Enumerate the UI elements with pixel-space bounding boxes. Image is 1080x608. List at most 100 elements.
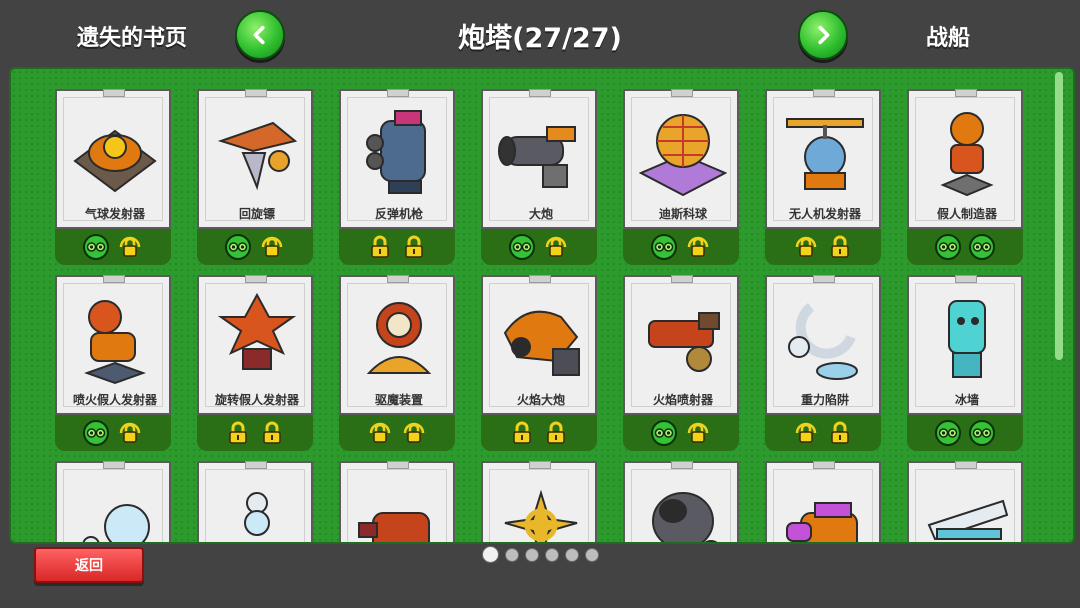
- unlocked-eyes-icon: [83, 234, 109, 260]
- laser-icon: [923, 473, 1011, 542]
- card-face: [55, 461, 171, 542]
- tower-card[interactable]: [55, 461, 171, 542]
- disco-ball-icon: [638, 101, 728, 201]
- card-face: 冰墙: [907, 275, 1023, 415]
- lock-icon: [401, 234, 427, 260]
- page-dot[interactable]: [504, 548, 519, 562]
- scrollbar[interactable]: [1055, 72, 1063, 360]
- tower-name: 气球发射器: [84, 207, 145, 221]
- tower-card[interactable]: 火焰大炮: [481, 275, 597, 451]
- tower-card[interactable]: [765, 461, 881, 542]
- lock-progress-icon: [117, 234, 143, 260]
- unlock-status-bar: [623, 229, 739, 265]
- lock-progress-icon: [401, 420, 427, 446]
- page-dot[interactable]: [481, 546, 499, 563]
- card-face: 火焰大炮: [481, 275, 597, 415]
- lock-icon: [259, 420, 285, 446]
- exorcist-icon: [355, 287, 443, 387]
- tower-card[interactable]: 喷火假人发射器: [55, 275, 171, 451]
- page-dot[interactable]: [564, 548, 579, 562]
- tower-grid-panel[interactable]: 气球发射器 回旋镖 反弹机枪 大炮 迪斯科球 无人机发射器 假人制造器喷火假人发射器 旋转假人…: [9, 67, 1075, 544]
- tower-card[interactable]: 旋转假人发射器: [197, 275, 313, 451]
- lock-progress-icon: [259, 234, 285, 260]
- lock-icon: [367, 234, 393, 260]
- unlock-status-bar: [481, 229, 597, 265]
- purple-turret-icon: [781, 473, 869, 542]
- flame-dummy-icon: [71, 287, 159, 387]
- ice-wall-icon: [923, 287, 1011, 387]
- unlock-status-bar: [907, 415, 1023, 451]
- card-face: 迪斯科球: [623, 89, 739, 229]
- unlock-status-bar: [765, 229, 881, 265]
- tower-card[interactable]: 回旋镖: [197, 89, 313, 265]
- card-face: [907, 461, 1023, 542]
- tower-card[interactable]: 火焰喷射器: [623, 275, 739, 451]
- cannon-icon: [497, 101, 585, 201]
- tower-card[interactable]: 反弹机枪: [339, 89, 455, 265]
- drone-launcher-icon: [781, 101, 869, 201]
- card-face: [765, 461, 881, 542]
- tower-card[interactable]: 驱魔装置: [339, 275, 455, 451]
- mortar-icon: [639, 473, 727, 542]
- next-category-label[interactable]: 战船: [926, 20, 970, 52]
- unlock-status-bar: [197, 415, 313, 451]
- page-dot[interactable]: [524, 548, 539, 562]
- lock-progress-icon: [367, 420, 393, 446]
- card-face: 回旋镖: [197, 89, 313, 229]
- tower-name: 喷火假人发射器: [72, 393, 157, 407]
- tower-name: 大炮: [528, 207, 553, 221]
- dummy-maker-icon: [923, 101, 1011, 201]
- lock-progress-icon: [543, 234, 569, 260]
- back-button[interactable]: 返回: [34, 547, 144, 583]
- tower-name: 反弹机枪: [374, 207, 423, 221]
- tower-card[interactable]: 气球发射器: [55, 89, 171, 265]
- unlock-status-bar: [339, 415, 455, 451]
- flamethrower-icon: [639, 287, 727, 387]
- unlocked-eyes-icon: [225, 234, 251, 260]
- tower-card[interactable]: 大炮: [481, 89, 597, 265]
- unlock-status-bar: [339, 229, 455, 265]
- card-face: 大炮: [481, 89, 597, 229]
- tower-name: 火焰大炮: [516, 393, 565, 407]
- unlock-status-bar: [55, 229, 171, 265]
- lock-icon: [543, 420, 569, 446]
- unlocked-eyes-icon: [651, 420, 677, 446]
- gold-star-icon: [497, 473, 585, 542]
- tower-card[interactable]: [197, 461, 313, 542]
- tower-card[interactable]: [623, 461, 739, 542]
- tower-card[interactable]: 重力陷阱: [765, 275, 881, 451]
- tower-card[interactable]: [481, 461, 597, 542]
- top-bar: 遗失的书页 炮塔(27/27) 战船: [0, 0, 1080, 68]
- card-face: 重力陷阱: [765, 275, 881, 415]
- page-dot[interactable]: [544, 548, 559, 562]
- lock-icon: [827, 234, 853, 260]
- lock-icon: [509, 420, 535, 446]
- bounce-gun-icon: [355, 101, 443, 201]
- lock-icon: [225, 420, 251, 446]
- fire-cannon-icon: [497, 287, 585, 387]
- card-face: 旋转假人发射器: [197, 275, 313, 415]
- tower-card[interactable]: [339, 461, 455, 542]
- tower-card[interactable]: 假人制造器: [907, 89, 1023, 265]
- tower-name: 重力陷阱: [800, 393, 849, 407]
- tower-name: 假人制造器: [936, 207, 997, 221]
- chevron-right-icon: [818, 25, 830, 45]
- tower-card[interactable]: 无人机发射器: [765, 89, 881, 265]
- lock-progress-icon: [793, 234, 819, 260]
- card-face: 驱魔装置: [339, 275, 455, 415]
- unlocked-eyes-icon: [969, 234, 995, 260]
- ice-tower-icon: [213, 473, 301, 542]
- card-face: 喷火假人发射器: [55, 275, 171, 415]
- page-dot[interactable]: [584, 548, 599, 562]
- unlock-status-bar: [55, 415, 171, 451]
- tower-card[interactable]: [907, 461, 1023, 542]
- boomerang-icon: [213, 101, 301, 201]
- page-indicator: [0, 546, 1080, 563]
- card-face: 无人机发射器: [765, 89, 881, 229]
- card-face: [197, 461, 313, 542]
- next-button[interactable]: [798, 10, 848, 60]
- tower-card[interactable]: 迪斯科球: [623, 89, 739, 265]
- unlock-status-bar: [197, 229, 313, 265]
- unlock-status-bar: [481, 415, 597, 451]
- tower-card[interactable]: 冰墙: [907, 275, 1023, 451]
